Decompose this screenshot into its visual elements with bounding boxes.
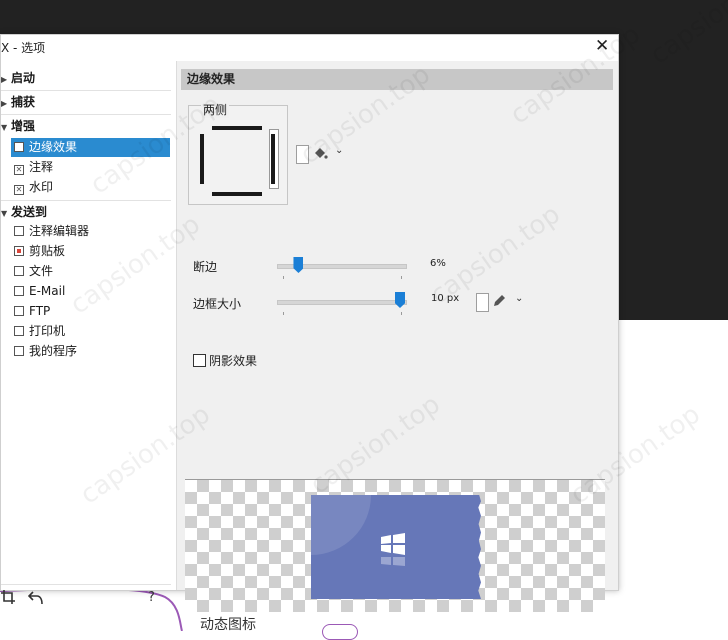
border-size-value: 10 px bbox=[431, 293, 460, 304]
sidebar-group-enhance[interactable]: ▼ 增强 bbox=[1, 115, 35, 137]
border-color-swatch[interactable] bbox=[476, 293, 489, 312]
sidebar-item-label: 打印机 bbox=[29, 324, 66, 338]
sidebar-item-label: 边缘效果 bbox=[29, 140, 78, 154]
break-label: 断边 bbox=[193, 260, 218, 274]
sidebar-item-annotation[interactable]: ✕ 注释 bbox=[11, 158, 170, 177]
sidebar-item-printer[interactable]: 打印机 bbox=[11, 322, 170, 341]
slider-tick bbox=[283, 312, 284, 315]
undo-icon[interactable] bbox=[28, 590, 44, 606]
checkbox[interactable]: ✕ bbox=[14, 165, 24, 175]
sidebar-group-label: 增强 bbox=[11, 119, 36, 133]
windows-logo-reflection bbox=[381, 557, 405, 566]
sidebar-item-clipboard[interactable]: 剪贴板 bbox=[11, 242, 170, 261]
shadow-checkbox[interactable] bbox=[193, 354, 206, 367]
slider-tick bbox=[401, 276, 402, 279]
checkbox[interactable] bbox=[14, 346, 24, 356]
windows-logo-icon bbox=[381, 533, 405, 555]
sidebar-group-label: 启动 bbox=[11, 71, 36, 85]
checkbox[interactable] bbox=[14, 306, 24, 316]
shadow-effect-option[interactable]: 阴影效果 bbox=[193, 352, 257, 369]
sidebar-item-label: 我的程序 bbox=[29, 344, 78, 358]
paint-bucket-icon[interactable] bbox=[312, 145, 328, 165]
sidebar-item-annotation-editor[interactable]: 注释编辑器 bbox=[11, 222, 170, 241]
section-title: 边缘效果 bbox=[181, 69, 613, 90]
sidebar-group-capture[interactable]: ▶ 捕获 bbox=[1, 91, 35, 113]
close-button[interactable]: ✕ bbox=[595, 36, 609, 56]
expand-arrow-icon[interactable]: ▶ bbox=[1, 69, 11, 91]
sidebar-item-edge-effect[interactable]: 边缘效果 bbox=[11, 138, 170, 157]
sidebar-item-label: 文件 bbox=[29, 264, 54, 278]
title-bar: X - 选项 ✕ bbox=[1, 35, 618, 61]
sides-label: 两侧 bbox=[201, 101, 230, 118]
sidebar-group-label: 捕获 bbox=[11, 95, 36, 109]
edge-left[interactable] bbox=[200, 134, 204, 184]
sidebar-item-label: 水印 bbox=[29, 180, 54, 194]
sidebar-toolbar: ? bbox=[1, 581, 176, 611]
fill-color-swatch[interactable] bbox=[296, 145, 309, 164]
checkbox[interactable] bbox=[14, 226, 24, 236]
window-title: X - 选项 bbox=[1, 41, 46, 55]
sidebar-group-label: 发送到 bbox=[11, 205, 48, 219]
expand-arrow-icon[interactable]: ▼ bbox=[1, 117, 11, 139]
sidebar-item-my-program[interactable]: 我的程序 bbox=[11, 342, 170, 361]
sidebar-item-email[interactable]: E-Mail bbox=[11, 282, 170, 301]
chevron-down-icon[interactable]: ⌄ bbox=[515, 293, 523, 304]
checkbox[interactable] bbox=[14, 286, 24, 296]
edge-right-line bbox=[271, 134, 275, 184]
help-icon[interactable]: ? bbox=[148, 590, 155, 605]
crop-icon[interactable] bbox=[1, 590, 15, 604]
slider-tick bbox=[401, 312, 402, 315]
checkbox[interactable] bbox=[14, 326, 24, 336]
pencil-icon[interactable] bbox=[491, 293, 507, 313]
checkbox[interactable] bbox=[14, 266, 24, 276]
torn-edge bbox=[475, 495, 481, 599]
mindmap-node[interactable] bbox=[322, 624, 358, 640]
sidebar-item-ftp[interactable]: FTP bbox=[11, 302, 170, 321]
sidebar-group-startup[interactable]: ▶ 启动 bbox=[1, 67, 35, 89]
expand-arrow-icon[interactable]: ▼ bbox=[1, 203, 11, 225]
mindmap-label[interactable]: 动态图标 bbox=[200, 614, 256, 634]
settings-sidebar: ▶ 启动 ▶ 捕获 ▼ 增强 边缘效果 ✕ 注释 ✕ 水印 ▼ 发送到 注释编辑器 剪贴板 … bbox=[1, 61, 177, 605]
checkbox[interactable] bbox=[14, 246, 24, 256]
border-size-label: 边框大小 bbox=[193, 297, 242, 311]
border-size-slider-track[interactable] bbox=[277, 300, 407, 305]
sidebar-item-label: 注释编辑器 bbox=[29, 224, 90, 238]
break-value: 6% bbox=[430, 258, 446, 269]
sidebar-item-label: 剪贴板 bbox=[29, 244, 66, 258]
break-slider-thumb[interactable] bbox=[293, 257, 304, 273]
expand-arrow-icon[interactable]: ▶ bbox=[1, 93, 11, 115]
edge-bottom[interactable] bbox=[212, 192, 262, 196]
preview-area bbox=[185, 479, 605, 612]
sidebar-group-send-to[interactable]: ▼ 发送到 bbox=[1, 201, 47, 223]
sidebar-item-watermark[interactable]: ✕ 水印 bbox=[11, 178, 170, 197]
checkbox[interactable]: ✕ bbox=[14, 185, 24, 195]
sidebar-item-file[interactable]: 文件 bbox=[11, 262, 170, 281]
checkbox[interactable] bbox=[14, 142, 24, 152]
options-dialog: X - 选项 ✕ ▶ 启动 ▶ 捕获 ▼ 增强 边缘效果 ✕ 注释 ✕ 水印 ▼ 发送到 注… bbox=[0, 34, 619, 612]
sidebar-item-label: E-Mail bbox=[29, 284, 66, 298]
slider-tick bbox=[283, 276, 284, 279]
sides-group: 两侧 bbox=[188, 101, 288, 205]
border-size-slider-thumb[interactable] bbox=[395, 292, 405, 308]
preview-screenshot bbox=[311, 495, 478, 599]
chevron-down-icon[interactable]: ⌄ bbox=[335, 145, 343, 156]
sidebar-item-label: FTP bbox=[29, 304, 51, 318]
shadow-label: 阴影效果 bbox=[209, 354, 258, 368]
sidebar-item-label: 注释 bbox=[29, 160, 54, 174]
edge-top[interactable] bbox=[212, 126, 262, 130]
settings-content: 边缘效果 两侧 ⌄ 断边 6% 边框大小 10 px ⌄ 阴影效果 bbox=[181, 61, 613, 612]
